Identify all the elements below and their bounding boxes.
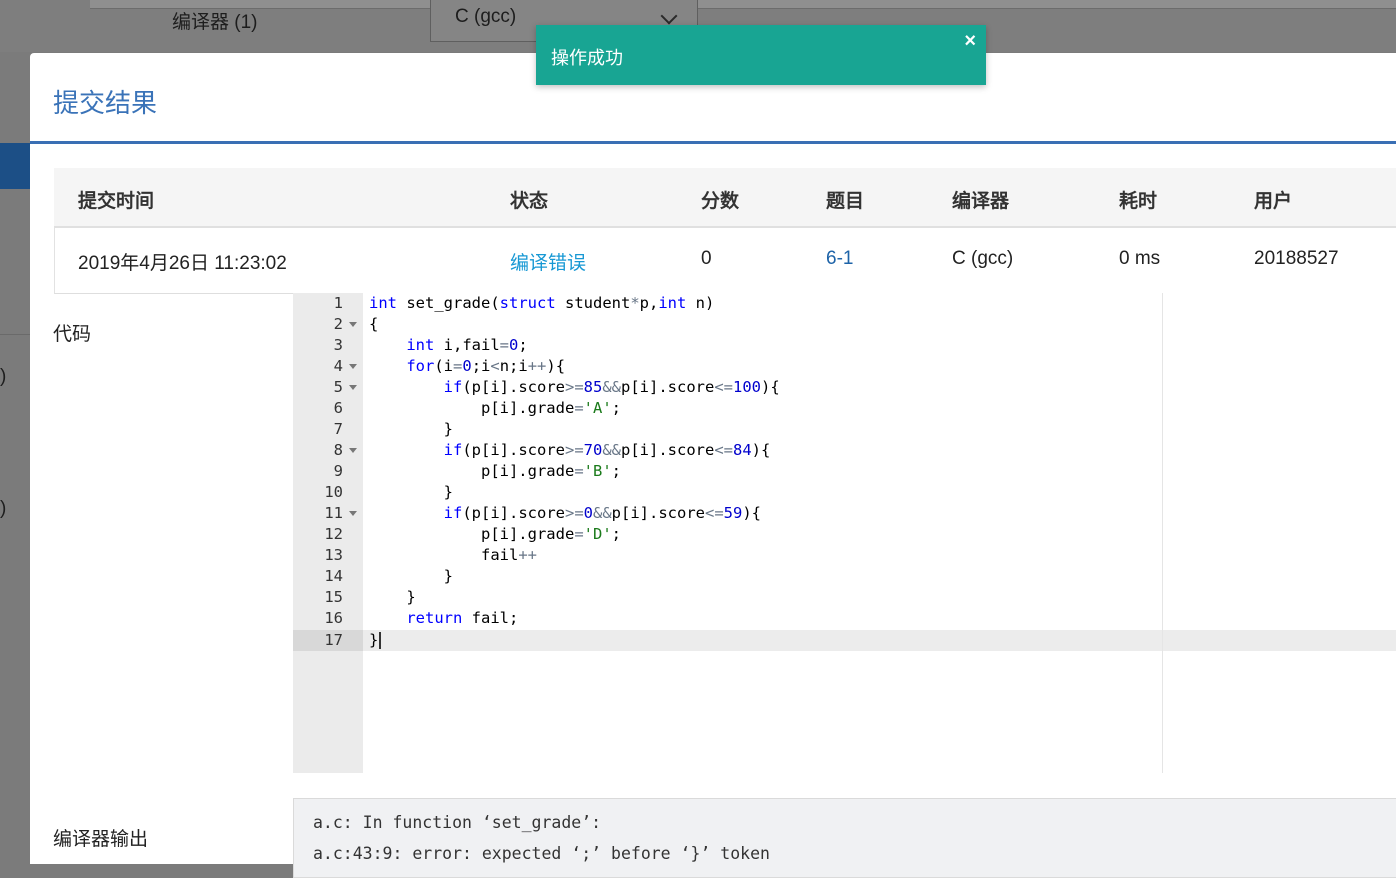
code-line: 8 if(p[i].score>=70&&p[i].score<=84){ [293,440,1396,461]
background-divider [0,334,30,335]
code-text: if(p[i].score>=85&&p[i].score<=100){ [443,378,780,396]
submission-result-modal: 提交结果 提交时间 状态 分数 题目 编译器 耗时 用户 2019年4月26日 … [30,53,1396,878]
cell-submit-time: 2019年4月26日 11:23:02 [78,253,287,274]
header-score: 分数 [701,191,740,212]
code-line: 2 { [293,314,1396,335]
code-text: if(p[i].score>=0&&p[i].score<=59){ [443,504,762,522]
code-line: 9 p[i].grade='B'; [293,461,1396,482]
code-text: if(p[i].score>=70&&p[i].score<=84){ [443,441,771,459]
code-text: int set_grade(struct student*p,int n) [369,294,715,312]
background-compiler-label: 编译器 (1) [172,12,258,33]
code-text: int i,fail=0; [406,336,528,354]
status-link[interactable]: 编译错误 [510,248,586,275]
code-text: } [369,567,453,585]
toast-message: 操作成功 [551,48,623,68]
line-number: 16 [324,609,343,627]
table-header: 提交时间 状态 分数 题目 编译器 耗时 用户 [54,168,1396,228]
code-text: } [369,630,382,651]
close-icon[interactable]: × [964,31,976,51]
header-duration: 耗时 [1119,191,1158,212]
header-problem: 题目 [826,191,865,212]
cell-compiler: C (gcc) [952,248,1014,269]
code-line: 11 if(p[i].score>=0&&p[i].score<=59){ [293,503,1396,524]
fold-arrow-icon[interactable] [349,511,357,516]
line-number: 1 [333,294,343,312]
modal-title: 提交结果 [53,88,158,118]
cell-duration: 0 ms [1119,248,1161,269]
header-submit-time: 提交时间 [78,191,155,212]
code-line: 6 p[i].grade='A'; [293,398,1396,419]
background-topbar [90,0,1396,9]
fold-arrow-icon[interactable] [349,322,357,327]
line-number: 8 [333,441,343,459]
background-compiler-select-value: C (gcc) [455,6,517,27]
line-number: 12 [324,525,343,543]
line-number: 9 [333,462,343,480]
line-number: 3 [333,336,343,354]
text-cursor [379,632,382,649]
line-number: 10 [324,483,343,501]
header-compiler: 编译器 [952,191,1010,212]
code-text: p[i].grade='A'; [369,399,621,417]
code-line: 4 for(i=0;i<n;i++){ [293,356,1396,377]
compiler-output-line: a.c:43:9: error: expected ‘;’ before ‘}’… [313,844,770,863]
code-text: { [369,315,379,333]
fold-arrow-icon[interactable] [349,448,357,453]
code-line: 12 p[i].grade='D'; [293,524,1396,545]
code-text: } [369,420,453,438]
cell-user: 20188527 [1254,248,1339,269]
code-line: 10 } [293,482,1396,503]
code-line: 14 } [293,566,1396,587]
background-side-mark: ) [0,366,7,387]
line-number: 7 [333,420,343,438]
code-text: p[i].grade='B'; [369,462,621,480]
modal-divider [30,141,1396,144]
line-number: 6 [333,399,343,417]
line-number: 14 [324,567,343,585]
submission-table: 提交时间 状态 分数 题目 编译器 耗时 用户 2019年4月26日 11:23… [54,168,1396,294]
compiler-output-box: a.c: In function ‘set_grade’: a.c:43:9: … [293,798,1396,878]
code-line: 5 if(p[i].score>=85&&p[i].score<=100){ [293,377,1396,398]
line-number: 13 [324,546,343,564]
line-number: 4 [333,357,343,375]
code-text: p[i].grade='D'; [369,525,621,543]
fold-arrow-icon[interactable] [349,385,357,390]
code-line: 13 fail++ [293,545,1396,566]
code-label: 代码 [53,324,92,345]
code-line: 16 return fail; [293,608,1396,629]
cell-score: 0 [701,248,712,269]
chevron-down-icon [660,7,678,25]
code-text: fail++ [369,546,537,564]
table-row: 2019年4月26日 11:23:02 编译错误 0 6-1 C (gcc) 0… [54,228,1396,294]
background-side-mark: ) [0,498,7,519]
fold-arrow-icon[interactable] [349,364,357,369]
line-number: 11 [324,504,343,522]
code-text: return fail; [406,609,519,627]
line-number: 15 [324,588,343,606]
code-editor[interactable]: 1 int set_grade(struct student*p,int n) … [293,293,1396,773]
code-line: 17 } [293,630,1396,651]
code-line: 3 int i,fail=0; [293,335,1396,356]
header-status: 状态 [510,191,549,212]
code-text: } [369,588,416,606]
code-text: for(i=0;i<n;i++){ [406,357,566,375]
compiler-output-line: a.c: In function ‘set_grade’: [313,813,602,832]
code-text: } [369,483,453,501]
line-number: 17 [324,631,343,649]
compiler-output-label: 编译器输出 [53,829,149,850]
code-line: 7 } [293,419,1396,440]
success-toast: 操作成功 × [536,25,986,85]
line-number: 2 [333,315,343,333]
header-user: 用户 [1254,191,1293,212]
code-line: 15 } [293,587,1396,608]
line-number: 5 [333,378,343,396]
code-line: 1 int set_grade(struct student*p,int n) [293,293,1396,314]
problem-link[interactable]: 6-1 [826,248,853,270]
background-nav-highlight [0,143,30,189]
